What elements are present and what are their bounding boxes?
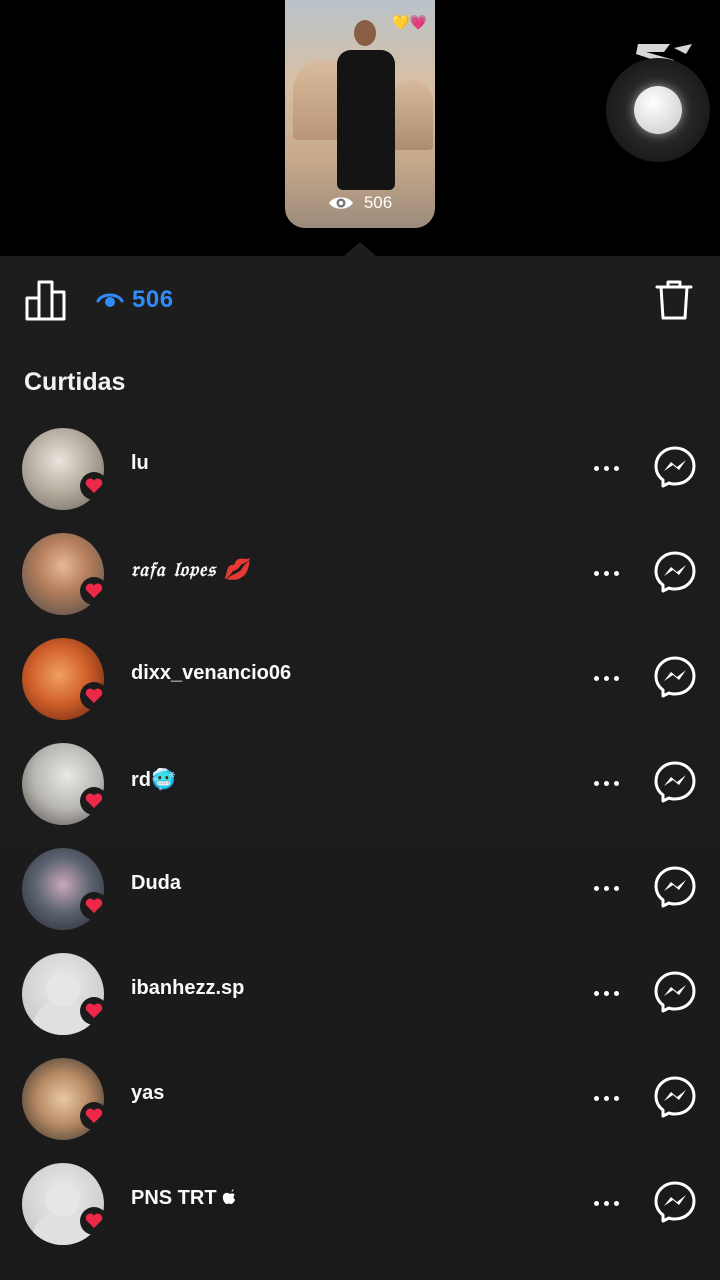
username[interactable]: lu <box>131 452 149 475</box>
insights-bar-chart-icon[interactable] <box>24 278 68 322</box>
list-item[interactable]: PNS TRT <box>0 1155 720 1260</box>
story-preview-area: 💛💗 506 <box>0 0 720 256</box>
viewers-sheet: 506 Curtidas lu 𝔯𝔞𝔣𝔞 𝔩𝔬𝔭𝔢𝔰 💋 dixx_venanc… <box>0 256 720 1280</box>
username[interactable]: yas <box>131 1082 164 1105</box>
username[interactable]: Duda <box>131 872 181 895</box>
more-options-icon[interactable] <box>586 1078 626 1118</box>
sheet-pointer <box>344 242 376 256</box>
messenger-icon[interactable] <box>654 656 696 698</box>
more-options-icon[interactable] <box>586 868 626 908</box>
more-options-icon[interactable] <box>586 658 626 698</box>
heart-icon <box>80 472 108 500</box>
username[interactable]: dixx_venancio06 <box>131 662 291 685</box>
trash-icon[interactable] <box>654 278 694 322</box>
messenger-icon[interactable] <box>654 761 696 803</box>
person-body <box>337 50 395 190</box>
record-button-inner <box>634 86 682 134</box>
heart-icon <box>80 1207 108 1235</box>
views-count: 506 <box>132 286 174 313</box>
eye-icon <box>96 293 124 307</box>
list-item[interactable]: 𝔯𝔞𝔣𝔞 𝔩𝔬𝔭𝔢𝔰 💋 <box>0 525 720 630</box>
more-options-icon[interactable] <box>586 553 626 593</box>
heart-icon <box>80 1102 108 1130</box>
heart-icon <box>80 892 108 920</box>
story-thumbnail[interactable]: 💛💗 506 <box>285 0 435 228</box>
username[interactable]: 𝔯𝔞𝔣𝔞 𝔩𝔬𝔭𝔢𝔰 💋 <box>131 557 250 581</box>
screen-record-button[interactable] <box>606 58 710 162</box>
person-head <box>354 20 376 46</box>
views-tab[interactable]: 506 <box>96 282 174 318</box>
messenger-icon[interactable] <box>654 1181 696 1223</box>
more-options-icon[interactable] <box>586 1183 626 1223</box>
story-view-count: 506 <box>285 188 435 218</box>
heart-icon <box>80 682 108 710</box>
username[interactable]: rd🥶 <box>131 767 176 792</box>
messenger-icon[interactable] <box>654 866 696 908</box>
messenger-icon[interactable] <box>654 446 696 488</box>
apple-icon <box>223 1189 236 1204</box>
list-item[interactable]: Duda <box>0 840 720 945</box>
messenger-icon[interactable] <box>654 1076 696 1118</box>
sheet-toolbar: 506 <box>0 256 720 346</box>
heart-icon <box>80 997 108 1025</box>
list-item[interactable]: ibanhezz.sp <box>0 945 720 1050</box>
username[interactable]: ibanhezz.sp <box>131 977 244 1000</box>
more-options-icon[interactable] <box>586 448 626 488</box>
list-item[interactable]: lu <box>0 420 720 525</box>
messenger-icon[interactable] <box>654 551 696 593</box>
heart-icon <box>80 787 108 815</box>
section-title-likes: Curtidas <box>24 368 126 396</box>
username-text: PNS TRT <box>131 1187 223 1209</box>
more-options-icon[interactable] <box>586 973 626 1013</box>
list-item[interactable]: yas <box>0 1050 720 1155</box>
heart-icon <box>80 577 108 605</box>
more-options-icon[interactable] <box>586 763 626 803</box>
background-building <box>389 80 433 150</box>
list-item[interactable]: dixx_venancio06 <box>0 630 720 735</box>
messenger-icon[interactable] <box>654 971 696 1013</box>
eye-icon <box>328 197 353 209</box>
list-item[interactable]: rd🥶 <box>0 735 720 840</box>
heart-sticker: 💛💗 <box>392 14 427 30</box>
story-view-count-text: 506 <box>363 193 393 212</box>
username[interactable]: PNS TRT <box>131 1187 236 1210</box>
